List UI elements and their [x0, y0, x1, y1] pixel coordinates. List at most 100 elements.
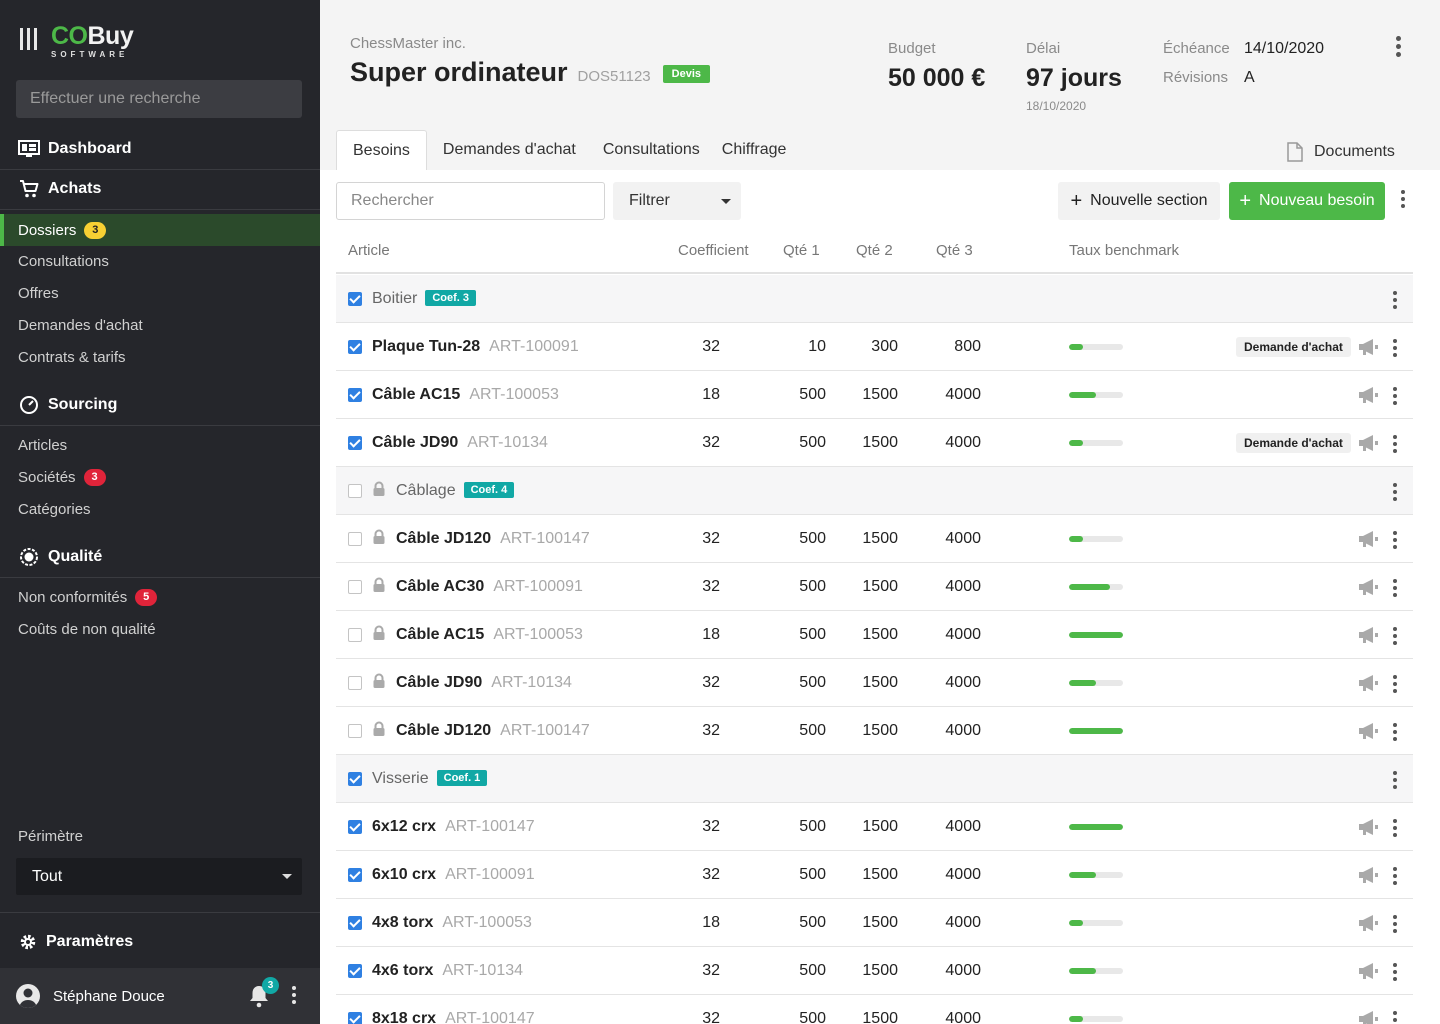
table-row[interactable]: Câble AC15 ART-100053 18 500 1500 4000: [336, 611, 1413, 659]
article-name[interactable]: 6x10 crx: [372, 866, 436, 883]
column-header-qte1[interactable]: Qté 1: [783, 242, 820, 259]
row-more-icon[interactable]: [1393, 915, 1397, 933]
sidebar-item-categories[interactable]: Catégories: [0, 493, 320, 525]
column-header-benchmark[interactable]: Taux benchmark: [1069, 242, 1179, 259]
row-more-icon[interactable]: [1393, 531, 1397, 549]
tab-besoins[interactable]: Besoins: [336, 130, 427, 170]
sidebar-item-societes[interactable]: Sociétés 3: [0, 461, 320, 493]
table-row[interactable]: Câble JD120 ART-100147 32 500 1500 4000: [336, 707, 1413, 755]
row-checkbox[interactable]: [348, 868, 362, 882]
megaphone-icon[interactable]: [1358, 338, 1380, 361]
section-row[interactable]: Visserie Coef. 1: [336, 755, 1413, 803]
tab-demandes-achat[interactable]: Demandes d'achat: [427, 130, 592, 170]
megaphone-icon[interactable]: [1358, 818, 1380, 841]
megaphone-icon[interactable]: [1358, 914, 1380, 937]
row-more-icon[interactable]: [1393, 1011, 1397, 1024]
row-more-icon[interactable]: [1393, 483, 1397, 501]
logo[interactable]: COBuy SOFTWARE: [20, 22, 134, 59]
article-name[interactable]: Câble JD120: [396, 530, 491, 547]
table-row[interactable]: 4x8 torx ART-100053 18 500 1500 4000: [336, 899, 1413, 947]
row-checkbox[interactable]: [348, 484, 362, 498]
sidebar-search-input[interactable]: [16, 80, 302, 118]
row-more-icon[interactable]: [1393, 963, 1397, 981]
article-name[interactable]: 8x18 crx: [372, 1010, 436, 1024]
column-header-qte2[interactable]: Qté 2: [856, 242, 893, 259]
megaphone-icon[interactable]: [1358, 866, 1380, 889]
article-name[interactable]: Câble AC15: [396, 626, 484, 643]
table-row[interactable]: 6x10 crx ART-100091 32 500 1500 4000: [336, 851, 1413, 899]
row-checkbox[interactable]: [348, 388, 362, 402]
sidebar-item-consultations[interactable]: Consultations: [0, 245, 320, 277]
purchase-request-tag[interactable]: Demande d'achat: [1236, 337, 1351, 357]
table-row[interactable]: Plaque Tun-28 ART-100091 32 10 300 800 Demande…: [336, 323, 1413, 371]
sidebar-item-contrats-tarifs[interactable]: Contrats & tarifs: [0, 341, 320, 373]
row-checkbox[interactable]: [348, 580, 362, 594]
row-checkbox[interactable]: [348, 1012, 362, 1024]
sidebar-item-dashboard[interactable]: Dashboard: [0, 129, 320, 169]
megaphone-icon[interactable]: [1358, 674, 1380, 697]
column-header-article[interactable]: Article: [348, 242, 390, 259]
article-name[interactable]: Plaque Tun-28: [372, 338, 480, 355]
row-checkbox[interactable]: [348, 340, 362, 354]
row-more-icon[interactable]: [1393, 723, 1397, 741]
article-name[interactable]: Câble JD90: [372, 434, 458, 451]
tab-consultations[interactable]: Consultations: [592, 130, 711, 170]
row-checkbox[interactable]: [348, 772, 362, 786]
sidebar-item-non-conformites[interactable]: Non conformités 5: [0, 581, 320, 613]
sidebar-item-offres[interactable]: Offres: [0, 277, 320, 309]
article-name[interactable]: 4x8 torx: [372, 914, 433, 931]
sidebar-item-couts-non-qualite[interactable]: Coûts de non qualité: [0, 613, 320, 645]
row-checkbox[interactable]: [348, 436, 362, 450]
row-more-icon[interactable]: [1393, 579, 1397, 597]
company-name[interactable]: ChessMaster inc.: [350, 35, 466, 52]
sidebar-section-qualite[interactable]: Qualité: [0, 537, 320, 577]
row-more-icon[interactable]: [1393, 867, 1397, 885]
row-more-icon[interactable]: [1393, 387, 1397, 405]
megaphone-icon[interactable]: [1358, 386, 1380, 409]
row-more-icon[interactable]: [1393, 291, 1397, 309]
row-checkbox[interactable]: [348, 964, 362, 978]
row-checkbox[interactable]: [348, 292, 362, 306]
table-row[interactable]: 4x6 torx ART-10134 32 500 1500 4000: [336, 947, 1413, 995]
section-row[interactable]: Boitier Coef. 3: [336, 275, 1413, 323]
megaphone-icon[interactable]: [1358, 722, 1380, 745]
article-name[interactable]: 6x12 crx: [372, 818, 436, 835]
search-input[interactable]: [336, 182, 605, 220]
megaphone-icon[interactable]: [1358, 962, 1380, 985]
article-name[interactable]: 4x6 torx: [372, 962, 433, 979]
tab-chiffrage[interactable]: Chiffrage: [711, 130, 803, 170]
header-more-icon[interactable]: [1396, 36, 1401, 57]
table-row[interactable]: Câble AC30 ART-100091 32 500 1500 4000: [336, 563, 1413, 611]
section-row[interactable]: Câblage Coef. 4: [336, 467, 1413, 515]
row-checkbox[interactable]: [348, 916, 362, 930]
user-name[interactable]: Stéphane Douce: [53, 988, 165, 1005]
row-more-icon[interactable]: [1393, 771, 1397, 789]
more-options-icon[interactable]: [292, 986, 296, 1004]
megaphone-icon[interactable]: [1358, 1010, 1380, 1024]
table-row[interactable]: 6x12 crx ART-100147 32 500 1500 4000: [336, 803, 1413, 851]
new-section-button[interactable]: + Nouvelle section: [1058, 182, 1220, 220]
row-more-icon[interactable]: [1393, 675, 1397, 693]
row-more-icon[interactable]: [1393, 627, 1397, 645]
sidebar-item-parametres[interactable]: Paramètres: [0, 925, 320, 959]
avatar[interactable]: [16, 984, 40, 1008]
megaphone-icon[interactable]: [1358, 578, 1380, 601]
table-row[interactable]: Câble JD90 ART-10134 32 500 1500 4000 Demande …: [336, 419, 1413, 467]
filter-select[interactable]: Filtrer: [613, 182, 741, 220]
row-checkbox[interactable]: [348, 628, 362, 642]
row-more-icon[interactable]: [1393, 819, 1397, 837]
table-row[interactable]: Câble AC15 ART-100053 18 500 1500 4000: [336, 371, 1413, 419]
megaphone-icon[interactable]: [1358, 626, 1380, 649]
sidebar-item-dossiers[interactable]: Dossiers 3: [0, 214, 320, 246]
purchase-request-tag[interactable]: Demande d'achat: [1236, 433, 1351, 453]
sidebar-section-sourcing[interactable]: Sourcing: [0, 385, 320, 425]
row-more-icon[interactable]: [1393, 435, 1397, 453]
row-checkbox[interactable]: [348, 820, 362, 834]
row-more-icon[interactable]: [1393, 339, 1397, 357]
row-checkbox[interactable]: [348, 724, 362, 738]
sidebar-item-demandes-achat[interactable]: Demandes d'achat: [0, 309, 320, 341]
article-name[interactable]: Câble JD90: [396, 674, 482, 691]
article-name[interactable]: Câble AC30: [396, 578, 484, 595]
column-header-qte3[interactable]: Qté 3: [936, 242, 973, 259]
table-row[interactable]: 8x18 crx ART-100147 32 500 1500 4000: [336, 995, 1413, 1024]
